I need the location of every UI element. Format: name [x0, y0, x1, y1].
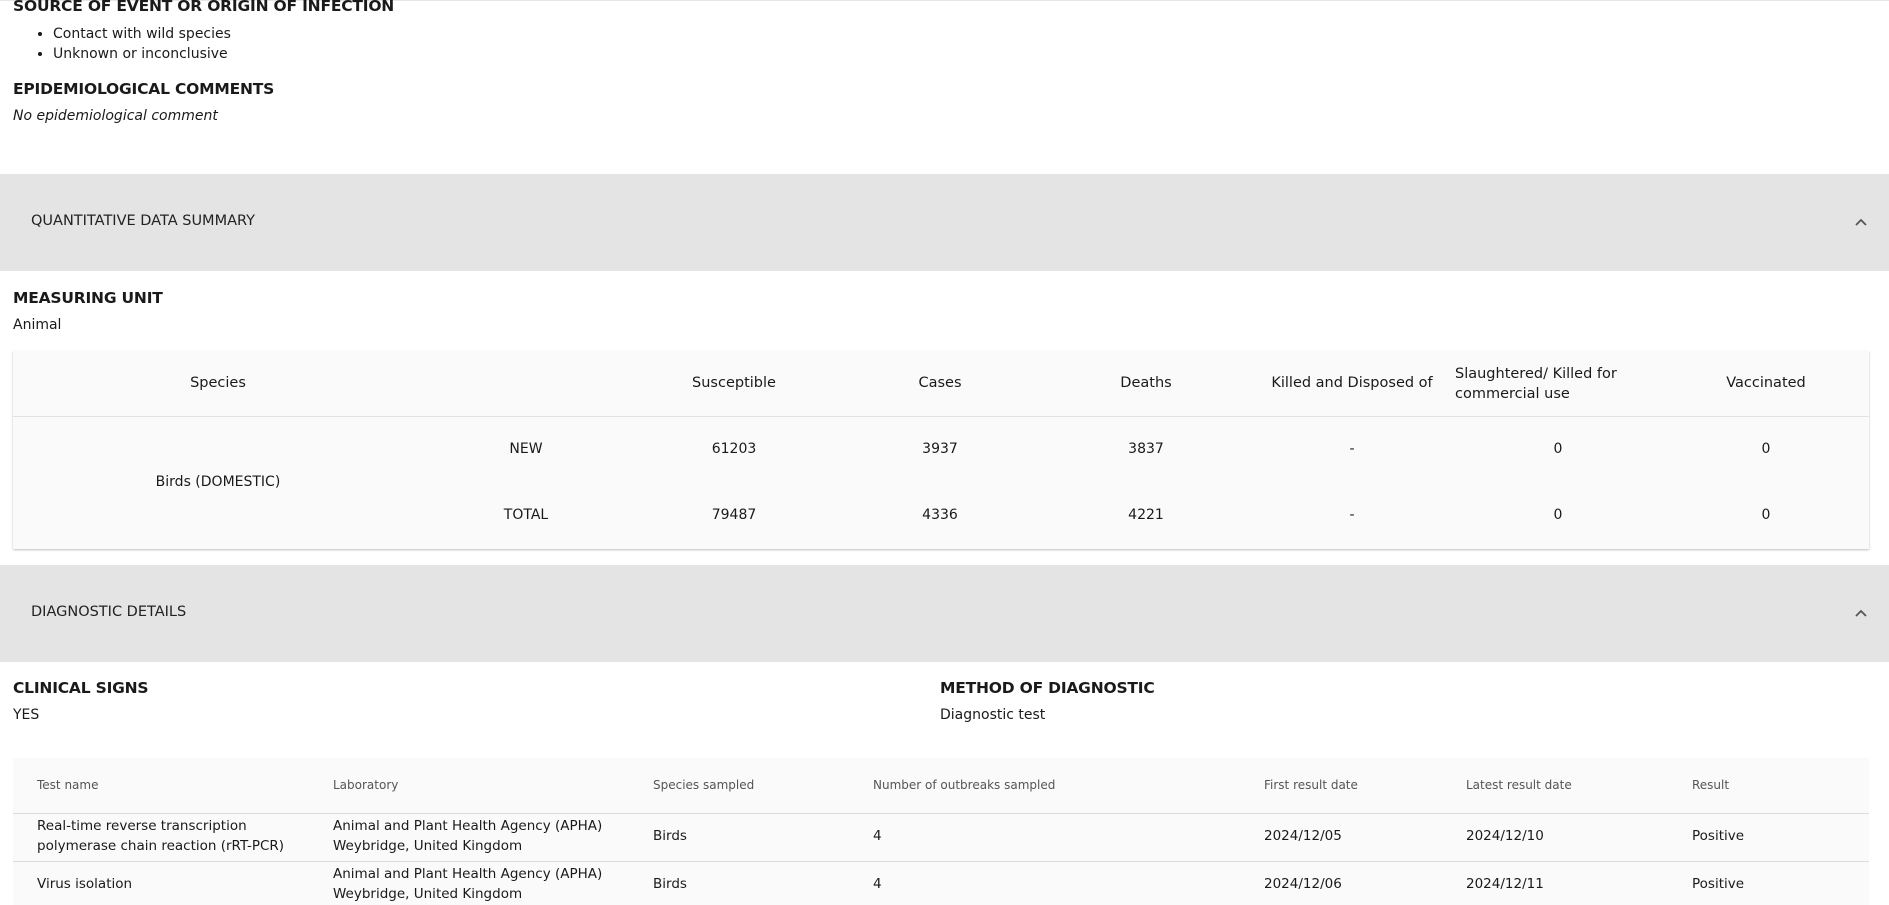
- source-heading: SOURCE OF EVENT OR ORIGIN OF INFECTION: [13, 0, 395, 15]
- cell-susceptible: 61203: [711, 441, 757, 457]
- clinical-signs-value: YES: [13, 707, 40, 723]
- header-divider: [13, 416, 1869, 417]
- cell-killed: -: [1349, 441, 1355, 457]
- quantitative-section-header[interactable]: QUANTITATIVE DATA SUMMARY: [0, 174, 1889, 271]
- header-killed: Killed and Disposed of: [1271, 375, 1433, 391]
- cell-slaughtered: 0: [1553, 441, 1563, 457]
- cell-latest-date: 2024/12/10: [1466, 828, 1544, 844]
- cell-result: Positive: [1692, 876, 1745, 892]
- cell-species: Birds: [653, 828, 687, 844]
- cell-first-date: 2024/12/05: [1264, 828, 1342, 844]
- diagnostic-section-header[interactable]: DIAGNOSTIC DETAILS: [0, 565, 1889, 662]
- list-item: Contact with wild species: [53, 24, 231, 44]
- section-title: QUANTITATIVE DATA SUMMARY: [31, 213, 255, 229]
- header-susceptible: Susceptible: [692, 375, 776, 391]
- cell-latest-date: 2024/12/11: [1466, 876, 1544, 892]
- cell-first-date: 2024/12/06: [1264, 876, 1342, 892]
- clinical-signs-heading: CLINICAL SIGNS: [13, 679, 149, 697]
- quantitative-table: Species Susceptible Cases Deaths Killed …: [13, 351, 1869, 549]
- header-deaths: Deaths: [1120, 375, 1172, 391]
- cell-cases: 3937: [922, 441, 958, 457]
- cell-deaths: 3837: [1128, 441, 1164, 457]
- header-latest-result: Latest result date: [1466, 778, 1572, 792]
- cell-laboratory: Animal and Plant Health Agency (APHA) We…: [333, 866, 603, 902]
- section-title: DIAGNOSTIC DETAILS: [31, 604, 187, 620]
- header-vaccinated: Vaccinated: [1726, 375, 1806, 391]
- row-label-new: NEW: [509, 441, 543, 457]
- header-test-name: Test name: [37, 778, 99, 792]
- cell-species: Birds: [653, 876, 687, 892]
- row-label-total: TOTAL: [503, 507, 549, 523]
- header-slaughtered: Slaughtered/ Killed for commercial use: [1455, 366, 1617, 402]
- row-divider: [13, 861, 1869, 862]
- cell-vaccinated: 0: [1761, 507, 1771, 523]
- cell-susceptible: 79487: [711, 507, 757, 523]
- list-item: Unknown or inconclusive: [53, 44, 231, 64]
- row-divider: [13, 813, 1869, 814]
- cell-outbreaks: 4: [873, 876, 882, 892]
- header-species: Species: [190, 375, 246, 391]
- method-value: Diagnostic test: [940, 707, 1046, 723]
- epi-heading: EPIDEMIOLOGICAL COMMENTS: [13, 80, 275, 98]
- cell-outbreaks: 4: [873, 828, 882, 844]
- cell-deaths: 4221: [1128, 507, 1164, 523]
- measuring-unit-heading: MEASURING UNIT: [13, 289, 163, 307]
- cell-slaughtered: 0: [1553, 507, 1563, 523]
- header-outbreaks: Number of outbreaks sampled: [873, 778, 1056, 792]
- header-laboratory: Laboratory: [333, 778, 399, 792]
- cell-test-name: Real-time reverse transcription polymera…: [37, 818, 285, 854]
- species-name: Birds (DOMESTIC): [155, 474, 281, 490]
- cell-vaccinated: 0: [1761, 441, 1771, 457]
- header-first-result: First result date: [1264, 778, 1358, 792]
- chevron-up-icon[interactable]: [1851, 603, 1871, 623]
- epi-comment: No epidemiological comment: [13, 108, 218, 124]
- cell-cases: 4336: [922, 507, 958, 523]
- cell-killed: -: [1349, 507, 1355, 523]
- header-species-sampled: Species sampled: [653, 778, 755, 792]
- header-cases: Cases: [918, 375, 962, 391]
- method-heading: METHOD OF DIAGNOSTIC: [940, 679, 1155, 697]
- source-list: Contact with wild species Unknown or inc…: [53, 24, 231, 64]
- cell-laboratory: Animal and Plant Health Agency (APHA) We…: [333, 818, 603, 854]
- header-result: Result: [1692, 778, 1730, 792]
- cell-test-name: Virus isolation: [37, 876, 133, 892]
- chevron-up-icon[interactable]: [1851, 212, 1871, 232]
- cell-result: Positive: [1692, 828, 1745, 844]
- measuring-unit-value: Animal: [13, 317, 62, 333]
